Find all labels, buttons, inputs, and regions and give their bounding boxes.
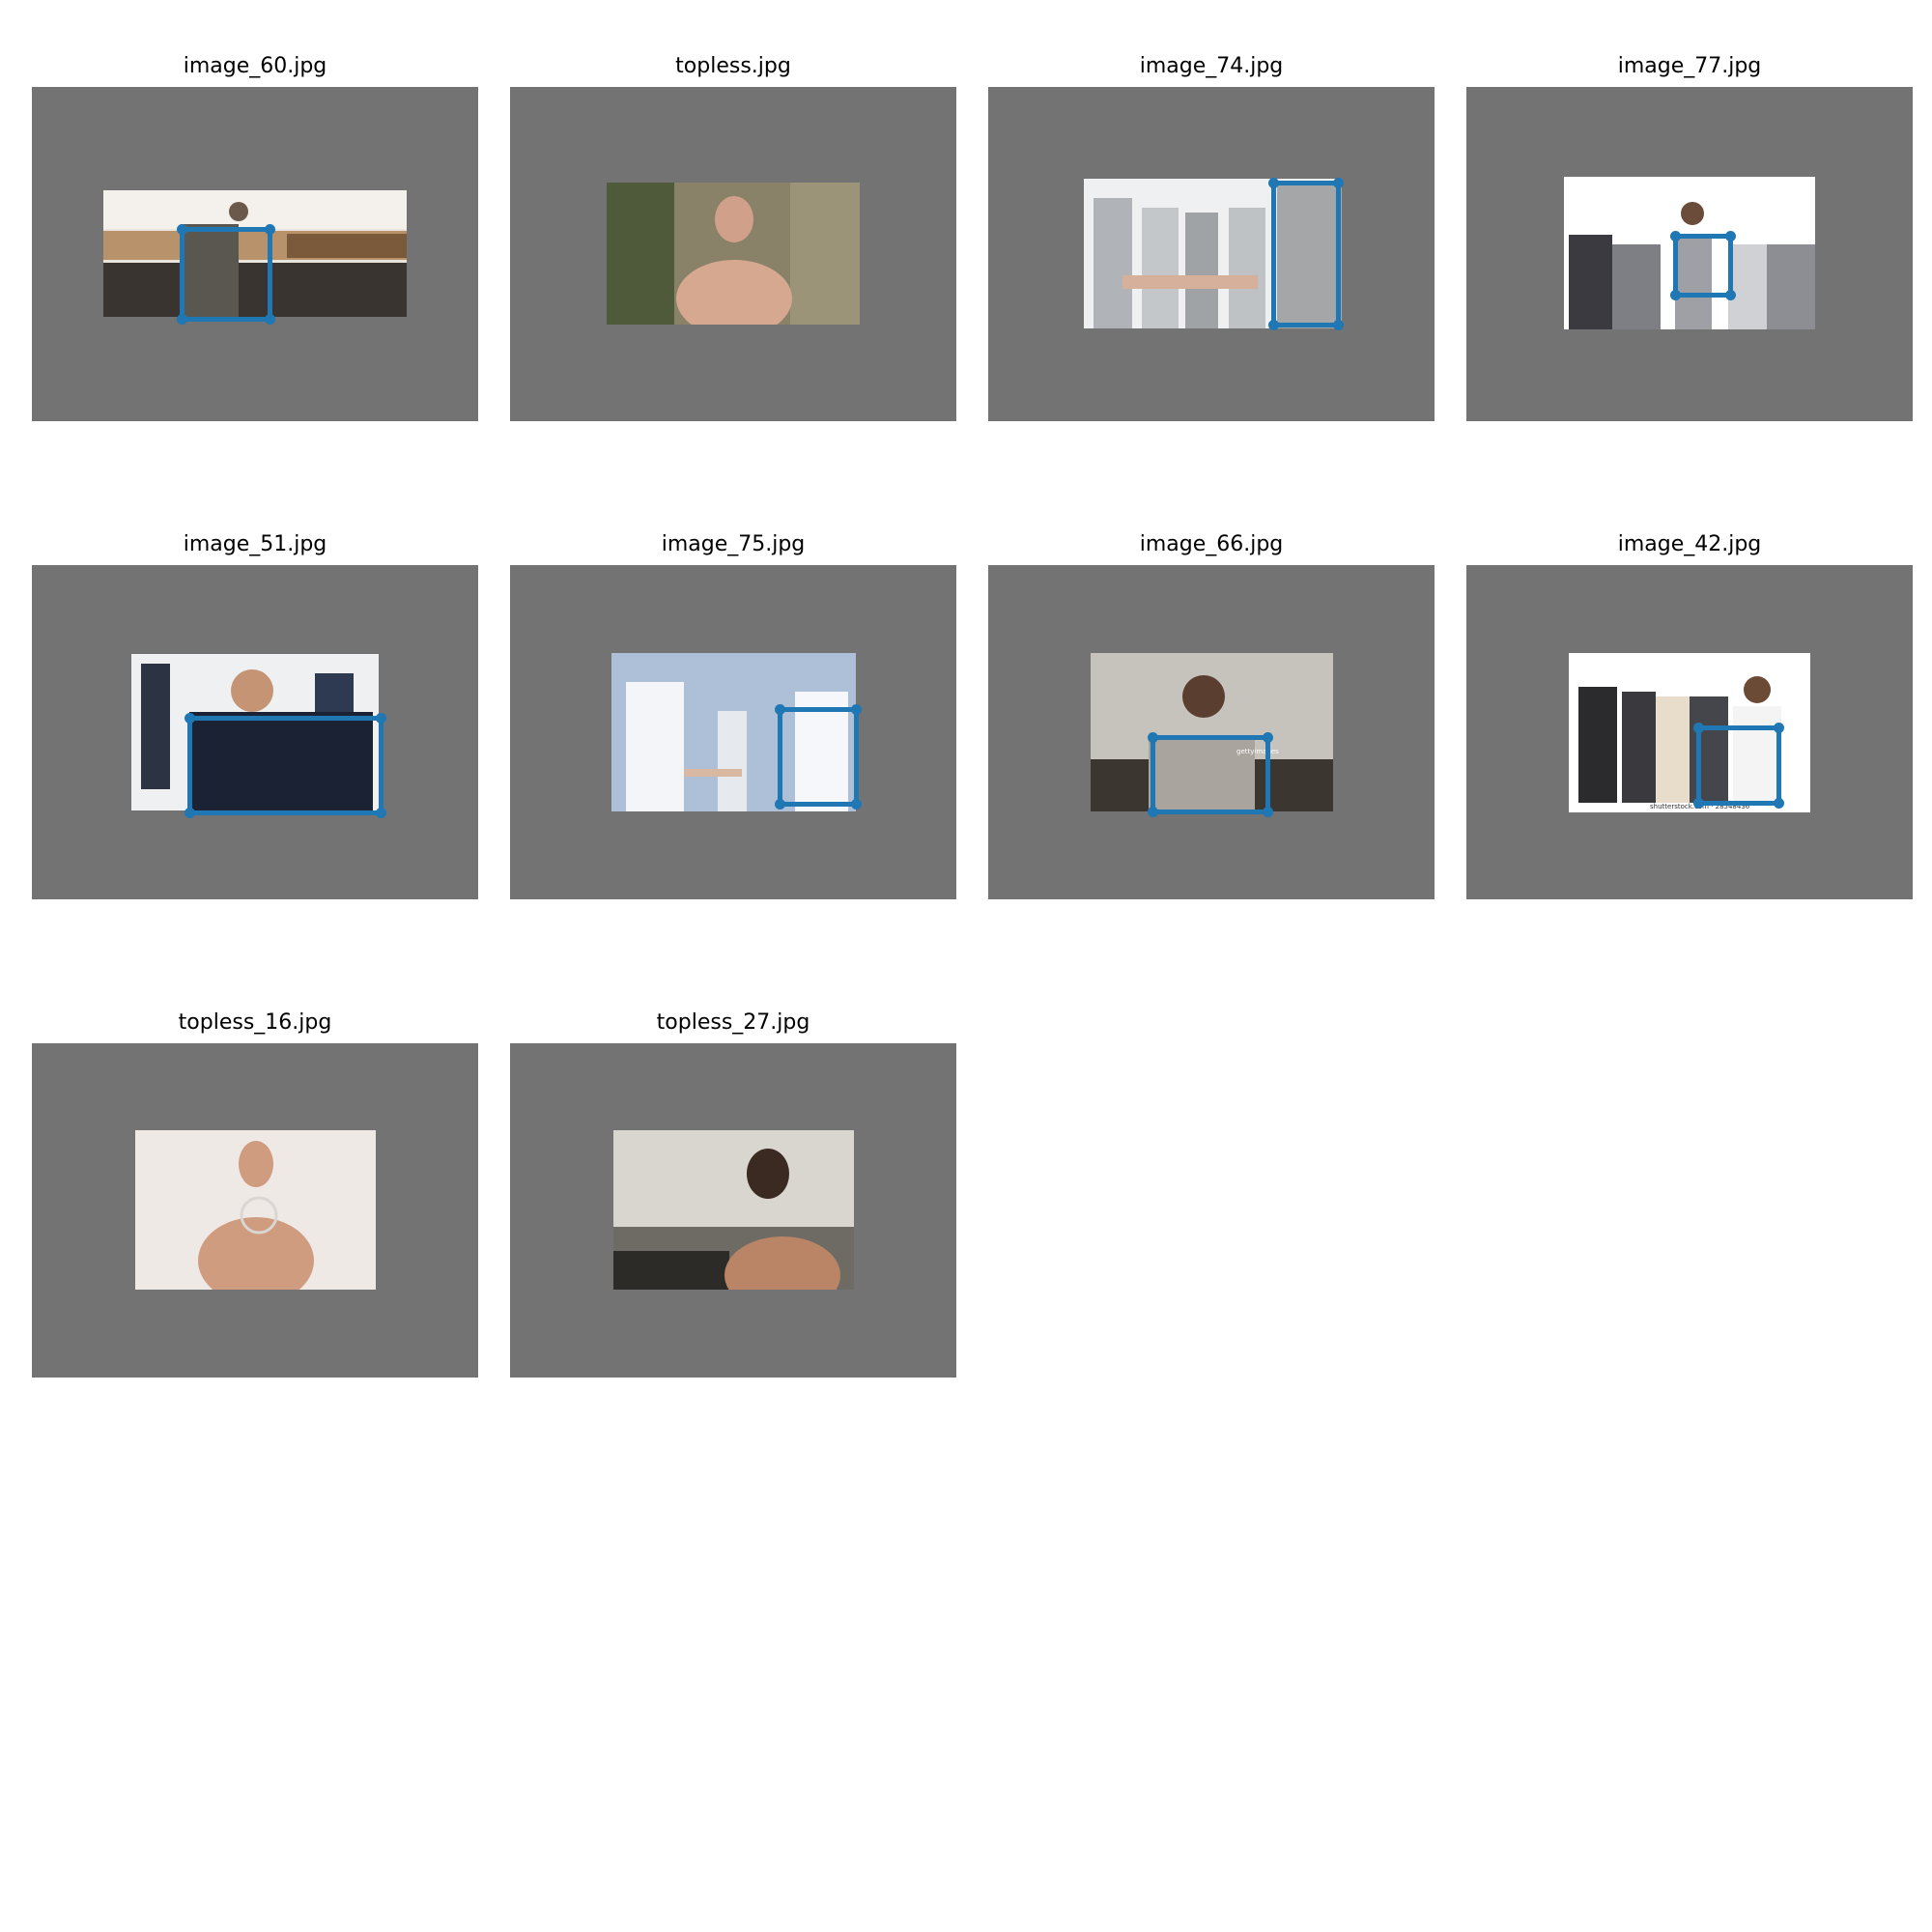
panel-title: topless_16.jpg <box>178 1010 332 1035</box>
image-canvas <box>510 87 956 421</box>
box-handle <box>1268 320 1279 330</box>
box-handle <box>1148 807 1158 817</box>
box-handle <box>1263 807 1273 817</box>
image-canvas <box>32 565 478 899</box>
panel-title: topless.jpg <box>675 54 791 78</box>
panel-title: image_60.jpg <box>183 54 327 78</box>
image-canvas <box>510 565 956 899</box>
photo-thumbnail <box>613 1130 854 1290</box>
panel-title: image_77.jpg <box>1617 54 1762 78</box>
box-handle <box>1670 231 1681 242</box>
detection-box <box>775 704 862 810</box>
box-handle <box>1670 290 1681 300</box>
image-canvas <box>988 87 1435 421</box>
box-handle <box>185 713 195 724</box>
image-canvas: shutterstock.com · 28548436 <box>1466 565 1913 899</box>
panel-title: image_51.jpg <box>183 532 327 556</box>
box-handle <box>1693 723 1704 733</box>
panel-title: image_42.jpg <box>1617 532 1762 556</box>
box-handle <box>376 713 386 724</box>
detection-box <box>1670 231 1736 300</box>
image-canvas: gettyimages <box>988 565 1435 899</box>
box-handle <box>1333 178 1344 188</box>
box-handle <box>1725 231 1736 242</box>
image-canvas <box>32 87 478 421</box>
box-handle <box>1148 732 1158 743</box>
box-handle <box>185 808 195 818</box>
box-handle <box>1263 732 1273 743</box>
box-handle <box>265 314 275 325</box>
box-handle <box>775 799 785 810</box>
detection-box <box>185 713 386 818</box>
box-handle <box>1774 723 1784 733</box>
box-handle <box>177 314 187 325</box>
box-handle <box>1693 798 1704 809</box>
photo-thumbnail <box>607 183 860 325</box>
panel-title: image_75.jpg <box>661 532 806 556</box>
box-handle <box>851 799 862 810</box>
image-canvas <box>1466 87 1913 421</box>
box-handle <box>1268 178 1279 188</box>
box-handle <box>177 224 187 235</box>
box-handle <box>1333 320 1344 330</box>
box-handle <box>775 704 785 715</box>
detection-box <box>1148 732 1273 817</box>
box-handle <box>1725 290 1736 300</box>
box-handle <box>265 224 275 235</box>
detection-box <box>1693 723 1784 809</box>
box-handle <box>1774 798 1784 809</box>
box-handle <box>376 808 386 818</box>
panel-title: image_74.jpg <box>1139 54 1284 78</box>
photo-thumbnail <box>135 1130 376 1290</box>
detection-box <box>1268 178 1344 330</box>
image-canvas <box>32 1043 478 1378</box>
panel-title: image_66.jpg <box>1139 532 1284 556</box>
detection-box <box>177 224 275 325</box>
box-handle <box>851 704 862 715</box>
panel-title: topless_27.jpg <box>656 1010 810 1035</box>
image-canvas <box>510 1043 956 1378</box>
